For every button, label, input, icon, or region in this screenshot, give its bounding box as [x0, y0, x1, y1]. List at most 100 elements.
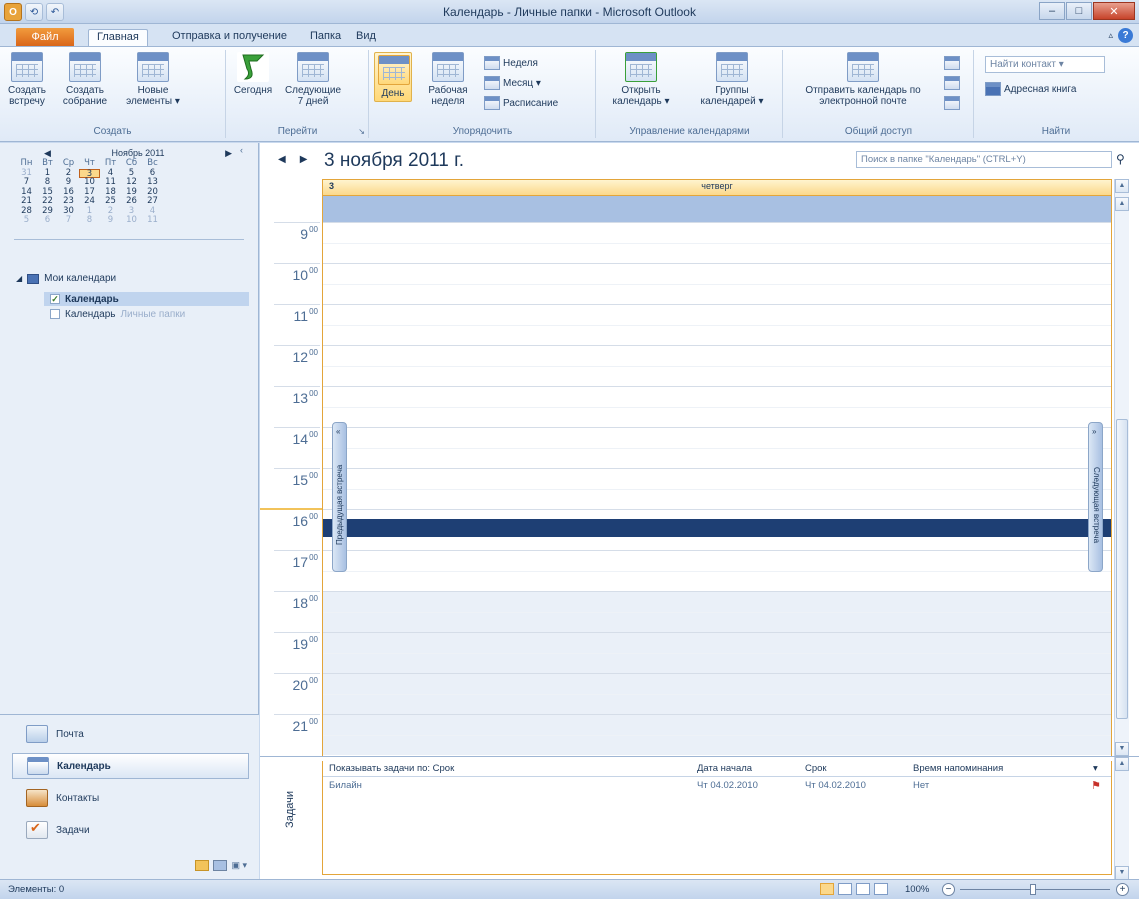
- col-reminder[interactable]: Время напоминания: [913, 763, 1003, 774]
- scroll-mid-up-icon[interactable]: ▲: [1115, 197, 1129, 211]
- hour-slots[interactable]: [322, 222, 1112, 756]
- col-start[interactable]: Дата начала: [697, 763, 752, 774]
- new-appointment-button[interactable]: Создать встречу: [4, 52, 50, 107]
- next-day-arrow-icon[interactable]: ▶: [300, 154, 308, 165]
- next-7-days-button[interactable]: Следующие 7 дней: [281, 52, 345, 107]
- tasks-scroll-down-icon[interactable]: ▼: [1115, 866, 1129, 880]
- nav-contacts[interactable]: Контакты: [12, 785, 249, 811]
- tasks-scrollbar[interactable]: ▲ ▼: [1114, 757, 1129, 880]
- prev-month-arrow-icon[interactable]: ◀: [44, 148, 51, 159]
- minimize-button[interactable]: –: [1039, 2, 1065, 20]
- reading-view-icon[interactable]: [838, 883, 852, 895]
- zoom-out-icon[interactable]: −: [942, 883, 955, 896]
- month-view-button[interactable]: Месяц ▾: [484, 74, 541, 92]
- date-cell[interactable]: 11: [142, 215, 163, 226]
- col-due[interactable]: Срок: [805, 763, 827, 774]
- dialog-launcher-icon[interactable]: ↘: [358, 127, 365, 136]
- week-view-button[interactable]: Неделя: [484, 54, 538, 72]
- date-cell[interactable]: 10: [121, 215, 142, 226]
- selected-time-slot[interactable]: [323, 519, 1111, 537]
- address-book-icon: [985, 82, 1001, 96]
- new-meeting-label: Создать собрание: [62, 85, 108, 107]
- table-row[interactable]: Билайн Чт 04.02.2010 Чт 04.02.2010 Нет ⚑: [323, 778, 1111, 792]
- prev-day-arrow-icon[interactable]: ◀: [278, 154, 286, 165]
- contacts-icon: [26, 789, 48, 807]
- previous-appointment-tab[interactable]: « Предыдущая встреча: [332, 422, 347, 572]
- configure-buttons-icon[interactable]: ▣ ▾: [231, 860, 247, 871]
- close-button[interactable]: ✕: [1093, 2, 1135, 20]
- next-appointment-tab[interactable]: » Следующая встреча: [1088, 422, 1103, 572]
- scroll-up-icon[interactable]: ▲: [1115, 179, 1129, 193]
- checkbox-checked-icon[interactable]: ✓: [50, 294, 60, 304]
- zoom-slider-thumb[interactable]: [1030, 884, 1036, 895]
- date-cell[interactable]: 9: [100, 215, 121, 226]
- hour-slot[interactable]: [323, 386, 1111, 427]
- scrollbar-thumb[interactable]: [1116, 419, 1128, 719]
- flag-icon[interactable]: ⚑: [1091, 779, 1101, 792]
- maximize-button[interactable]: □: [1066, 2, 1092, 20]
- tab-folder[interactable]: Папка: [302, 29, 349, 46]
- open-calendar-button[interactable]: Открыть календарь ▾: [599, 52, 683, 107]
- schedule-view-button[interactable]: Расписание: [484, 94, 558, 112]
- share-calendar-button[interactable]: [944, 54, 960, 72]
- hour-slot[interactable]: [323, 632, 1111, 673]
- hour-slot[interactable]: [323, 591, 1111, 632]
- calendar-permissions-button[interactable]: [944, 94, 960, 112]
- tab-send-receive[interactable]: Отправка и получение: [164, 29, 295, 46]
- all-day-area[interactable]: [322, 196, 1112, 222]
- hour-slot[interactable]: [323, 427, 1111, 468]
- help-icon[interactable]: ?: [1118, 28, 1133, 43]
- folder-list-icon[interactable]: [195, 860, 210, 871]
- zoom-in-icon[interactable]: +: [1116, 883, 1129, 896]
- publish-calendar-button[interactable]: [944, 74, 960, 92]
- find-contact-input[interactable]: Найти контакт ▾: [985, 56, 1105, 73]
- date-cell[interactable]: 7: [58, 215, 79, 226]
- reading-pane-icon[interactable]: [874, 883, 888, 895]
- new-meeting-button[interactable]: Создать собрание: [56, 52, 114, 107]
- tab-file[interactable]: Файл: [16, 28, 74, 46]
- scroll-down-icon[interactable]: ▼: [1115, 742, 1129, 756]
- day-view-button[interactable]: День: [374, 52, 412, 102]
- zoom-level[interactable]: 100%: [905, 884, 929, 895]
- col-show-by[interactable]: Показывать задачи по: Срок: [329, 763, 454, 774]
- shortcuts-icon[interactable]: [213, 860, 228, 871]
- work-week-button[interactable]: Рабочая неделя: [418, 52, 478, 107]
- email-calendar-button[interactable]: Отправить календарь по электронной почте: [788, 52, 938, 107]
- nav-mail[interactable]: Почта: [12, 721, 249, 747]
- date-cell[interactable]: 8: [79, 215, 100, 226]
- hour-slot[interactable]: [323, 550, 1111, 591]
- tasks-menu-icon[interactable]: ▾: [1093, 763, 1098, 774]
- calendar-item-personal[interactable]: Календарь Личные папки: [44, 307, 249, 321]
- calendar-search-input[interactable]: Поиск в папке "Календарь" (CTRL+Y): [856, 151, 1112, 168]
- today-button[interactable]: Сегодня: [231, 52, 275, 96]
- collapse-nav-icon[interactable]: ‹: [240, 145, 243, 155]
- hour-slot[interactable]: [323, 673, 1111, 714]
- hour-slot[interactable]: [323, 222, 1111, 263]
- hour-slot[interactable]: [323, 263, 1111, 304]
- my-calendars-group[interactable]: ◢ Мои календари: [16, 273, 116, 284]
- calendar-groups-button[interactable]: Группы календарей ▾: [689, 52, 775, 107]
- date-cell[interactable]: 6: [37, 215, 58, 226]
- hour-slot[interactable]: [323, 468, 1111, 509]
- date-cell[interactable]: 5: [16, 215, 37, 226]
- new-items-button[interactable]: Новые элементы ▾: [118, 52, 188, 107]
- address-book-button[interactable]: Адресная книга: [985, 80, 1076, 98]
- tasks-scroll-up-icon[interactable]: ▲: [1115, 757, 1129, 771]
- hour-slot[interactable]: [323, 714, 1111, 755]
- day-column-header[interactable]: 3 четверг: [322, 179, 1112, 196]
- search-icon[interactable]: ⚲: [1116, 152, 1125, 166]
- tab-view[interactable]: Вид: [348, 29, 384, 46]
- hour-slot[interactable]: [323, 345, 1111, 386]
- tab-home[interactable]: Главная: [88, 29, 148, 46]
- nav-calendar[interactable]: Календарь: [12, 753, 249, 779]
- vertical-scrollbar[interactable]: ▲ ▲ ▼: [1114, 179, 1129, 756]
- expand-triangle-icon[interactable]: ◢: [16, 274, 22, 283]
- normal-view-icon[interactable]: [820, 883, 834, 895]
- hour-slot[interactable]: [323, 304, 1111, 345]
- nav-tasks[interactable]: Задачи: [12, 817, 249, 843]
- checkbox-icon[interactable]: [50, 309, 60, 319]
- calendar-item-main[interactable]: ✓ Календарь: [44, 292, 249, 306]
- ribbon-collapse-icon[interactable]: ▵: [1108, 30, 1113, 41]
- next-month-arrow-icon[interactable]: ▶: [225, 148, 232, 159]
- compact-view-icon[interactable]: [856, 883, 870, 895]
